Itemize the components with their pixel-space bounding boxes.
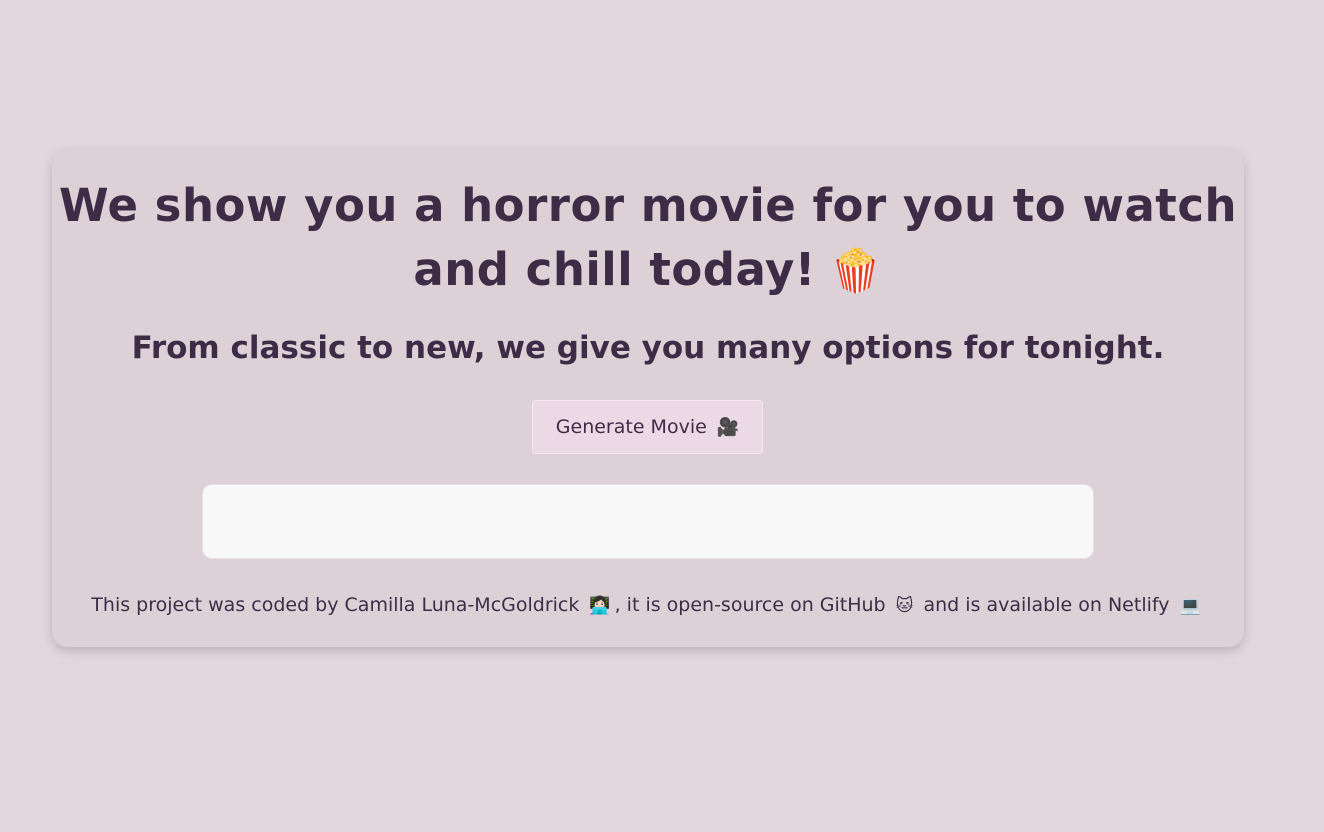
generate-movie-label: Generate Movie	[555, 416, 707, 438]
movie-camera-icon: 🎥	[716, 416, 740, 438]
page-subtitle: From classic to new, we give you many op…	[131, 330, 1165, 366]
footer-github-text: , it is open-source on GitHub	[614, 594, 886, 616]
page-title: We show you a horror movie for you to wa…	[52, 174, 1244, 303]
technologist-icon: 👩🏻‍💻	[589, 596, 611, 616]
footer-netlify-text: and is available on Netlify	[923, 594, 1170, 616]
page-title-text: We show you a horror movie for you to wa…	[58, 179, 1238, 296]
generate-movie-button[interactable]: Generate Movie 🎥	[532, 400, 763, 454]
computer-icon: 💻	[1179, 596, 1201, 616]
cat-icon: 🐱	[895, 596, 914, 616]
footer-credit-text: This project was coded by Camilla Luna-M…	[91, 594, 580, 616]
movie-result-box	[202, 484, 1094, 559]
popcorn-icon: 🍿	[829, 246, 883, 295]
footer: This project was coded by Camilla Luna-M…	[52, 590, 1244, 621]
main-card: We show you a horror movie for you to wa…	[52, 150, 1244, 647]
